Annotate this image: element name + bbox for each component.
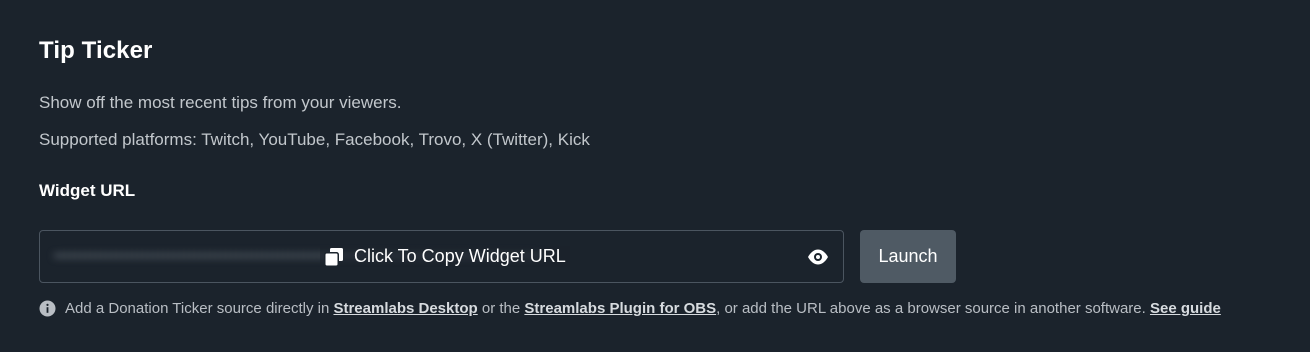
info-note: Add a Donation Ticker source directly in… (39, 300, 1221, 317)
launch-button[interactable]: Launch (860, 230, 956, 283)
widget-url-field[interactable]: ••••••••••••••••••••••••••••••••••••••••… (39, 230, 844, 283)
note-text-1: Add a Donation Ticker source directly in (65, 300, 334, 317)
supported-platforms: Supported platforms: Twitch, YouTube, Fa… (39, 130, 590, 149)
widget-url-label: Widget URL (39, 181, 136, 200)
tip-ticker-panel: Tip Ticker Show off the most recent tips… (0, 0, 1310, 352)
note-text-3: , or add the URL above as a browser sour… (716, 300, 1150, 317)
copy-icon (324, 247, 343, 267)
see-guide-link[interactable]: See guide (1150, 300, 1221, 317)
streamlabs-obs-plugin-link[interactable]: Streamlabs Plugin for OBS (524, 300, 716, 317)
info-icon (39, 300, 56, 317)
copy-url-label: Click To Copy Widget URL (354, 246, 566, 266)
streamlabs-desktop-link[interactable]: Streamlabs Desktop (333, 300, 477, 317)
copy-widget-url-button[interactable]: Click To Copy Widget URL (320, 246, 570, 267)
page-title: Tip Ticker (39, 37, 153, 64)
note-text-2: or the (477, 300, 525, 317)
eye-icon[interactable] (807, 247, 829, 267)
widget-description: Show off the most recent tips from your … (39, 93, 402, 112)
